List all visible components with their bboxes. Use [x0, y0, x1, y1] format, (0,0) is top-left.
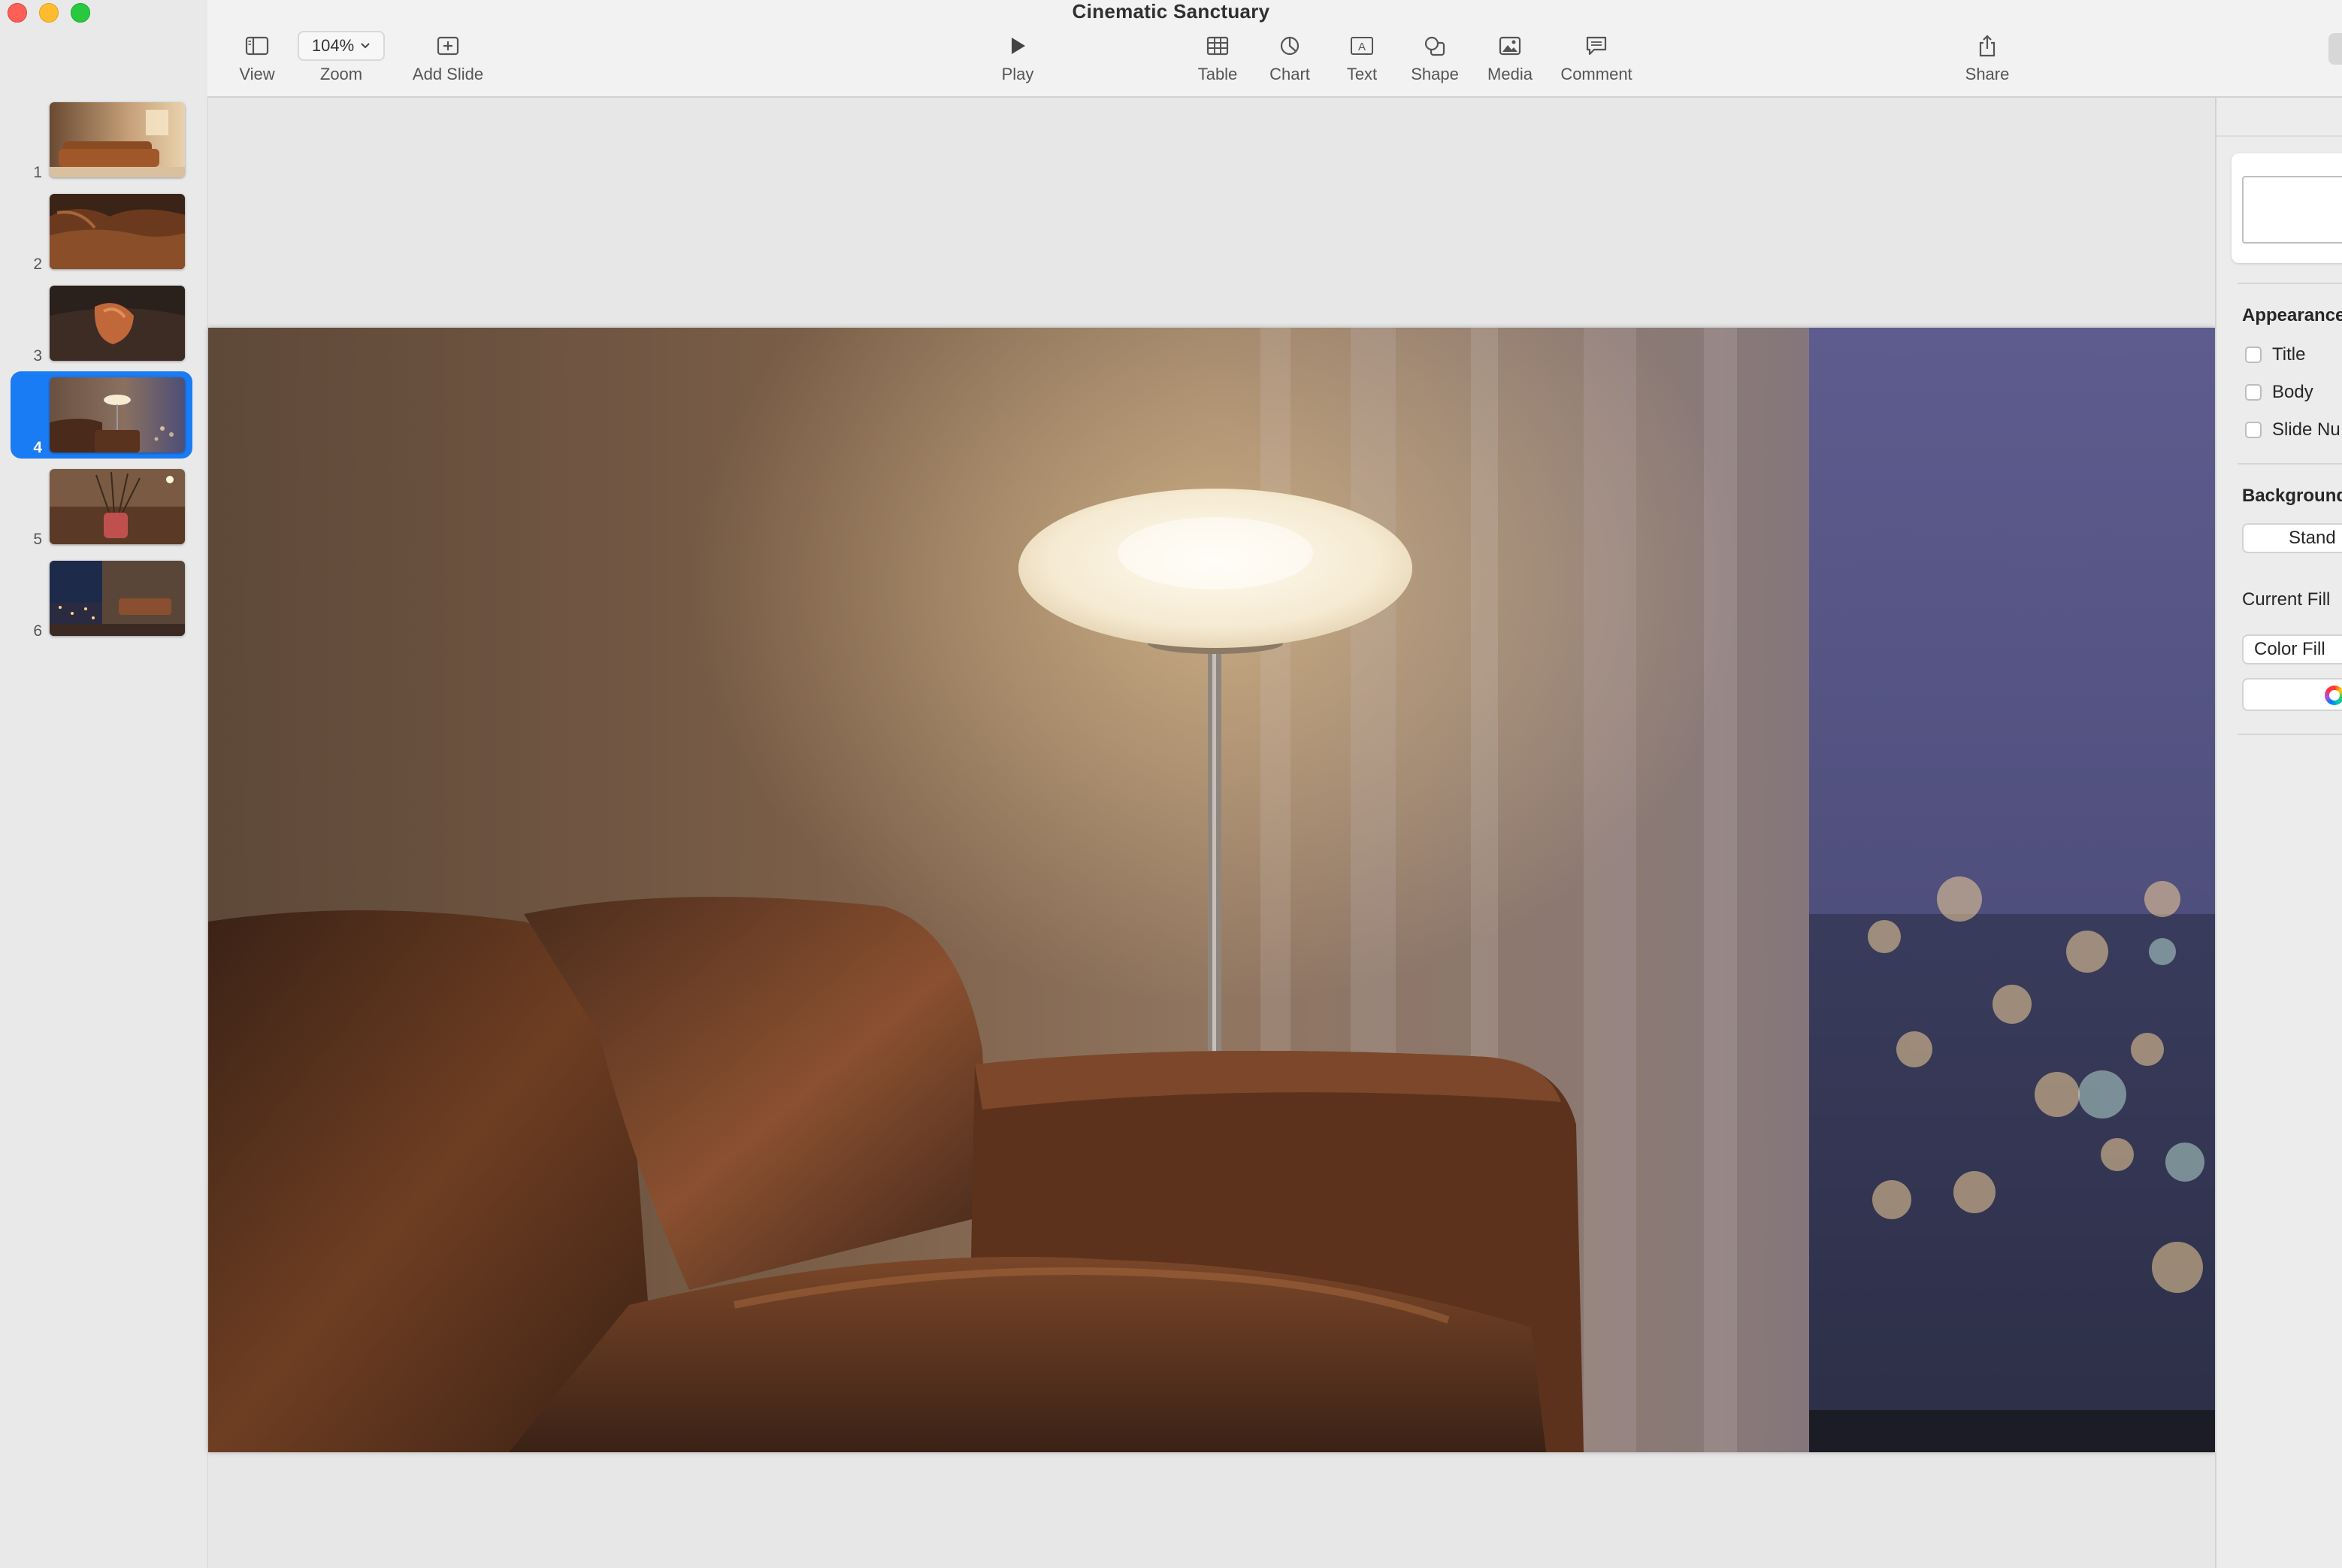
slide-number: 6 [33, 622, 42, 640]
zoom-control[interactable]: 104% Zoom [296, 30, 386, 84]
slide-thumbnail-3[interactable]: 3 [11, 280, 192, 367]
slide-layout-preview[interactable] [2232, 153, 2342, 263]
shape-label: Shape [1411, 65, 1459, 83]
text-label: Text [1346, 65, 1378, 83]
share-label: Share [1965, 65, 2010, 83]
zoom-label: Zoom [319, 65, 363, 83]
slide-number-checkbox-row[interactable]: Slide Nu [2245, 419, 2340, 440]
slide-number: 1 [33, 164, 42, 181]
slide-thumbnail-4[interactable]: 4 [11, 371, 192, 459]
slide-number-checkbox[interactable] [2245, 422, 2262, 438]
view-label: View [239, 65, 275, 83]
title-checkbox-label: Title [2272, 344, 2306, 365]
appearance-heading: Appearance [2242, 305, 2342, 325]
zoom-select[interactable]: 104% [298, 31, 385, 61]
view-button[interactable]: View [227, 30, 287, 84]
slide-canvas[interactable] [208, 98, 2215, 1568]
share-button[interactable]: Share [1957, 30, 2017, 84]
chart-icon [1280, 36, 1300, 56]
inspector-divider [2216, 135, 2342, 137]
inspector-divider [2238, 283, 2342, 284]
slide-thumbnail-5[interactable]: 5 [11, 463, 192, 550]
share-icon [1979, 35, 1996, 57]
window-minimize-button[interactable] [39, 3, 59, 23]
current-fill-heading: Current Fill [2242, 589, 2331, 610]
slide-preview [50, 194, 185, 269]
current-slide[interactable] [208, 328, 2215, 1452]
svg-text:A: A [1358, 41, 1366, 53]
media-icon [1499, 36, 1521, 56]
slide-number-checkbox-label: Slide Nu [2272, 419, 2340, 440]
body-checkbox-row[interactable]: Body [2245, 382, 2313, 403]
slide-preview [50, 469, 185, 544]
play-button[interactable]: Play [995, 30, 1040, 84]
table-label: Table [1197, 65, 1238, 83]
color-wheel-icon[interactable] [2325, 686, 2342, 705]
slide-preview [50, 561, 185, 636]
slide-number: 3 [33, 347, 42, 365]
slide-preview [50, 286, 185, 361]
window-zoom-button[interactable] [71, 3, 90, 23]
slide-thumbnail-6[interactable]: 6 [11, 555, 192, 642]
slide-thumbnail-1[interactable]: 1 [11, 96, 192, 183]
comment-label: Comment [1560, 65, 1632, 83]
shape-button[interactable]: Shape [1402, 30, 1467, 84]
chart-button[interactable]: Chart [1260, 30, 1320, 84]
text-box-icon: A [1351, 37, 1373, 55]
format-inspector: Appearance Title Body Slide Nu Backgroun… [2215, 98, 2342, 1568]
comment-icon [1586, 36, 1607, 56]
toolbar: Cinematic Sanctuary View 104% Zoom Add S… [207, 0, 2342, 98]
media-button[interactable]: Media [1478, 30, 1542, 84]
add-slide-button[interactable]: Add Slide [397, 30, 499, 84]
slide-number: 2 [33, 256, 42, 273]
background-heading: Background [2242, 486, 2342, 506]
table-button[interactable]: Table [1188, 30, 1248, 84]
chart-label: Chart [1269, 65, 1310, 83]
slide-number: 5 [33, 531, 42, 548]
slide-preview [50, 102, 185, 177]
shape-icon [1424, 36, 1445, 56]
body-checkbox-label: Body [2272, 382, 2313, 402]
title-checkbox[interactable] [2245, 347, 2262, 363]
text-button[interactable]: A Text [1332, 30, 1392, 84]
inspector-divider [2238, 463, 2342, 465]
zoom-value: 104% [311, 36, 355, 55]
comment-button[interactable]: Comment [1550, 30, 1643, 84]
layout-thumbnail [2242, 176, 2342, 244]
document-title: Cinematic Sanctuary [1072, 0, 1270, 23]
slide-thumbnail-2[interactable]: 2 [11, 188, 192, 275]
add-slide-label: Add Slide [412, 65, 484, 83]
play-icon [1012, 38, 1025, 54]
play-label: Play [1001, 65, 1034, 83]
title-checkbox-row[interactable]: Title [2245, 344, 2305, 365]
format-button[interactable] [2328, 33, 2342, 65]
fill-type-select[interactable]: Color Fill [2242, 634, 2342, 664]
fill-color-well[interactable] [2242, 678, 2342, 711]
slide-background-photo[interactable] [208, 328, 2215, 1452]
inspector-divider [2238, 734, 2342, 735]
table-icon [1206, 36, 1229, 56]
slide-navigator: 1 2 3 4 5 6 [0, 0, 209, 1568]
slide-preview [50, 377, 185, 453]
add-slide-icon [437, 36, 459, 56]
background-style-select[interactable]: Stand [2242, 523, 2342, 553]
window-close-button[interactable] [8, 3, 27, 23]
sidebar-icon [245, 36, 269, 56]
media-label: Media [1487, 65, 1533, 83]
body-checkbox[interactable] [2245, 384, 2262, 401]
chevron-down-icon [361, 43, 370, 49]
slide-number: 4 [33, 439, 42, 456]
